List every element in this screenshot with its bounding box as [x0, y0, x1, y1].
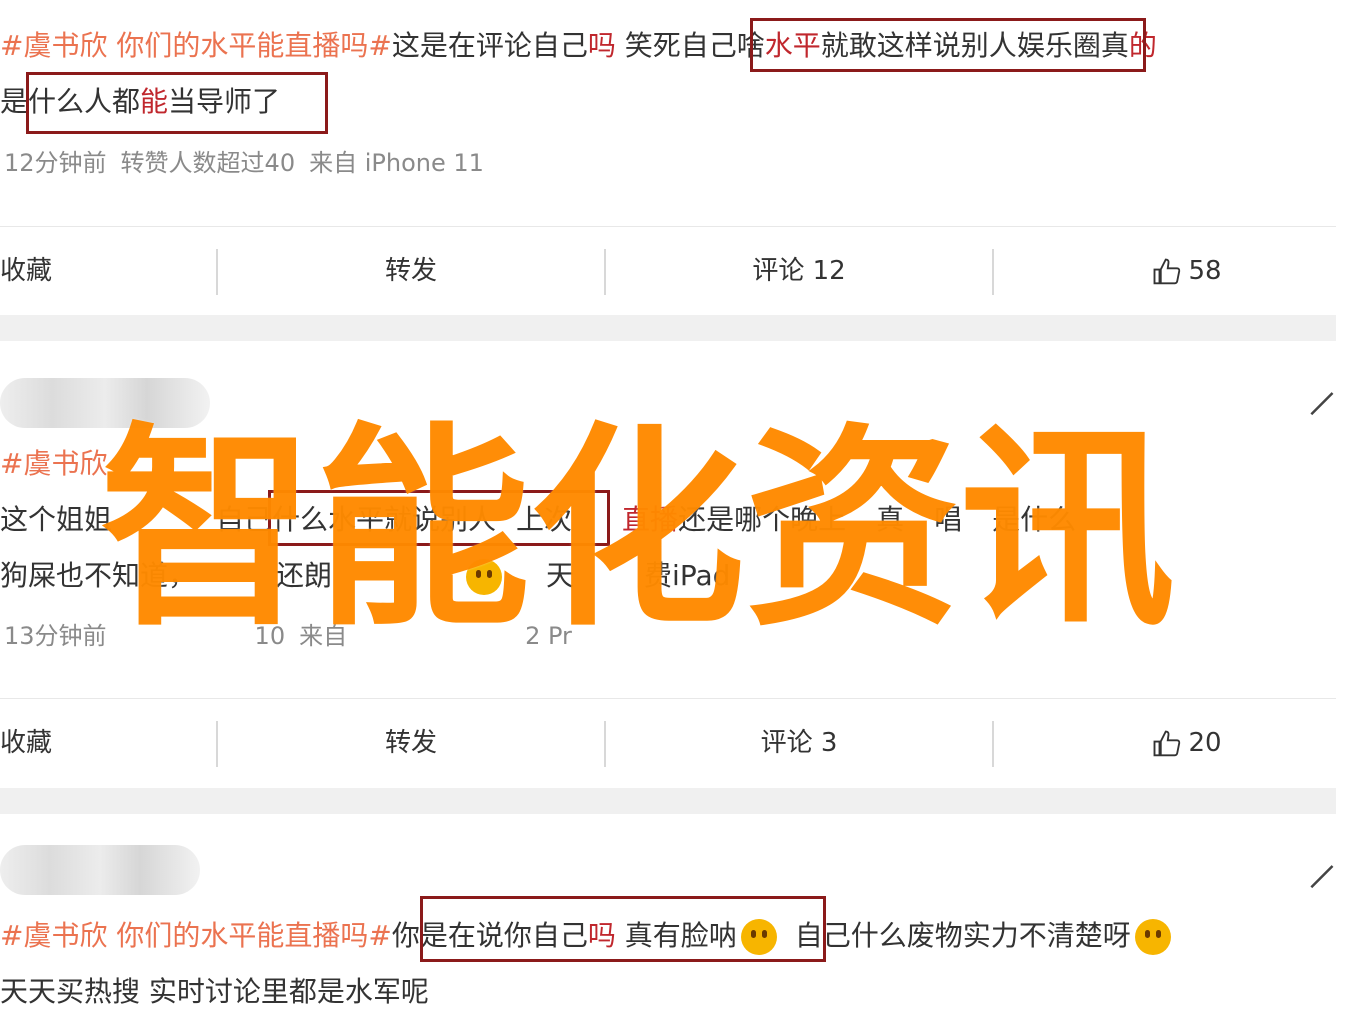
- repost-button[interactable]: 转发: [218, 227, 604, 315]
- like-count: 58: [1188, 256, 1222, 286]
- chevron-down-icon[interactable]: |: [1307, 387, 1339, 419]
- post-time: 12分钟前: [4, 149, 107, 177]
- post-meta: 12分钟前 转赞人数超过40 来自 iPhone 11: [4, 143, 498, 178]
- post-text: 自己什么废物实力不清楚呀: [794, 919, 1131, 952]
- like-button[interactable]: 20: [994, 699, 1366, 787]
- highlight-box: [26, 72, 328, 134]
- collect-button[interactable]: 收藏: [0, 227, 60, 315]
- user-name-blurred[interactable]: [0, 845, 200, 895]
- repost-label: 转发: [384, 256, 437, 286]
- collect-label: 收藏: [0, 728, 53, 758]
- like-count: 20: [1188, 728, 1222, 758]
- post-text-line: #虞书欣: [0, 444, 107, 484]
- post-text: 吗: [587, 29, 616, 62]
- post-text: 这个姐姐: [0, 503, 113, 536]
- repost-label: 转发: [384, 728, 437, 758]
- comment-label: 评论 3: [760, 728, 838, 758]
- post-text: 笑死: [615, 29, 681, 62]
- topic-hashtag-link[interactable]: #虞书欣: [0, 447, 107, 480]
- action-bar: 收藏 转发 评论 3 20: [0, 698, 1336, 787]
- action-bar: 收藏 转发 评论 12 58: [0, 226, 1336, 315]
- post-text: 天天买热搜 实时讨论里都是水军呢: [0, 975, 429, 1008]
- comment-button[interactable]: 评论 3: [606, 699, 992, 787]
- post-stats: 转赞人数超过40: [120, 149, 296, 177]
- collect-label: 收藏: [0, 256, 53, 286]
- thumbs-up-icon: [1154, 258, 1181, 284]
- highlight-box: [750, 18, 1146, 72]
- feed-gap: [0, 788, 1336, 814]
- post-text: 是: [0, 85, 29, 118]
- like-button[interactable]: 58: [994, 227, 1366, 315]
- comment-button[interactable]: 评论 12: [606, 227, 992, 315]
- chevron-down-icon[interactable]: |: [1307, 860, 1339, 892]
- topic-hashtag-link[interactable]: #虞书欣 你们的水平能直播吗#: [0, 919, 392, 952]
- repost-button[interactable]: 转发: [218, 699, 604, 787]
- watermark-text: 智能化资讯: [100, 404, 1175, 655]
- topic-hashtag-link[interactable]: #虞书欣 你们的水平能直播吗#: [0, 29, 392, 62]
- comment-label: 评论 12: [752, 256, 846, 286]
- collect-button[interactable]: 收藏: [0, 699, 60, 787]
- post-time: 13分钟前: [4, 622, 107, 650]
- post-text: 这是在评论自己: [391, 29, 588, 62]
- tongue-emoji-icon: [1134, 919, 1171, 955]
- thumbs-up-icon: [1154, 730, 1181, 756]
- feed-gap: [0, 315, 1336, 341]
- post-text-line: 天天买热搜 实时讨论里都是水军呢: [0, 972, 429, 1012]
- highlight-box: [420, 896, 826, 962]
- post-source: 来自 iPhone 11: [309, 149, 484, 177]
